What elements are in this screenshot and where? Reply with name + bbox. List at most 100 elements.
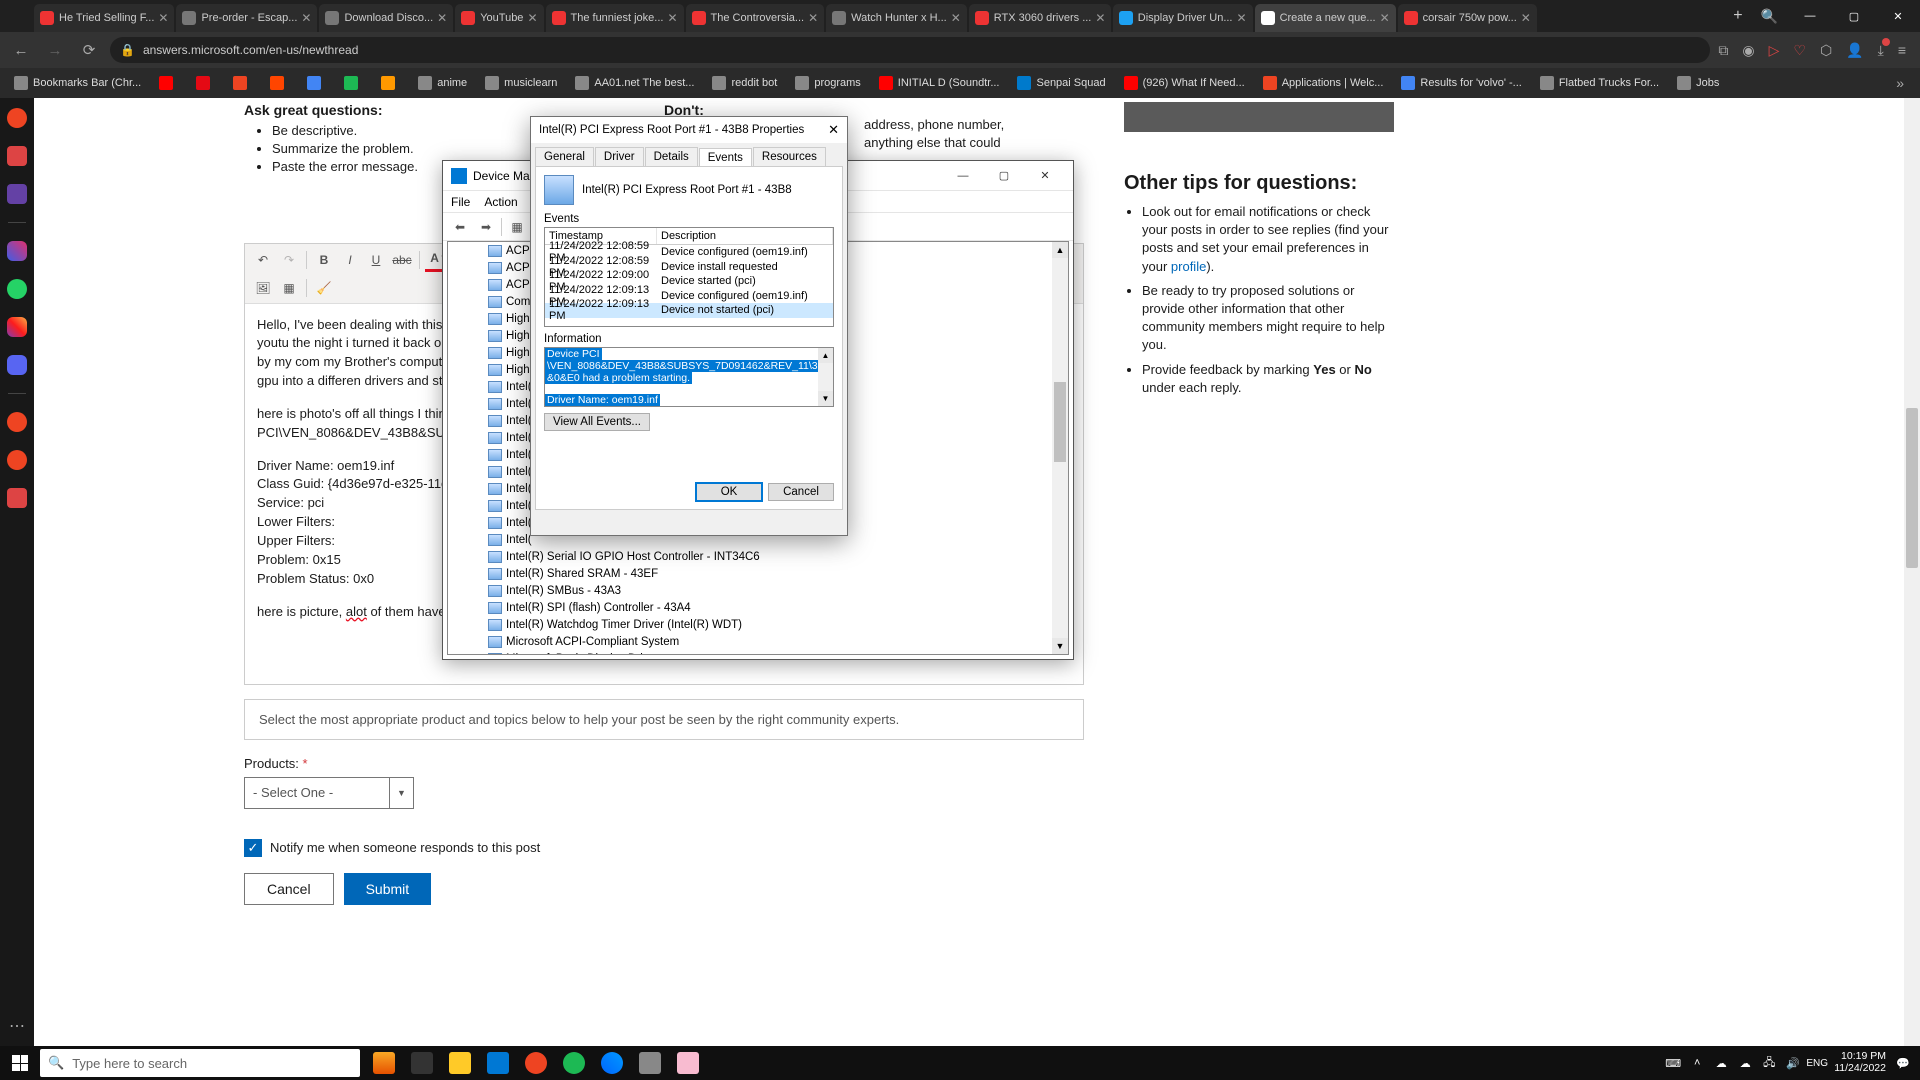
italic-button[interactable]: I <box>338 248 362 272</box>
browser-tab[interactable]: corsair 750w pow...✕ <box>1398 4 1537 32</box>
browser-tab[interactable]: Pre-order - Escap...✕ <box>176 4 317 32</box>
bookmark-item[interactable] <box>190 73 221 93</box>
tab-close-icon[interactable]: ✕ <box>1233 11 1247 25</box>
download-icon[interactable]: ⤓ <box>1878 42 1884 59</box>
sidebar-opera-icon[interactable] <box>7 108 27 128</box>
bookmarks-overflow[interactable]: » <box>1888 75 1912 91</box>
tab-search-icon[interactable]: 🔍 <box>1761 8 1778 25</box>
sidebar-settings-icon[interactable] <box>7 488 27 508</box>
sidebar-whatsapp-icon[interactable] <box>7 279 27 299</box>
redo-button[interactable]: ↷ <box>277 248 301 272</box>
devmgr-menu-item[interactable]: Action <box>484 195 517 209</box>
browser-tab[interactable]: Watch Hunter x H...✕ <box>826 4 967 32</box>
page-scrollbar[interactable] <box>1904 98 1920 1046</box>
tab-close-icon[interactable]: ✕ <box>297 11 311 25</box>
tab-close-icon[interactable]: ✕ <box>154 11 168 25</box>
tab-close-icon[interactable]: ✕ <box>523 11 537 25</box>
bookmark-item[interactable]: programs <box>789 73 866 93</box>
profile-link[interactable]: profile <box>1171 259 1206 274</box>
bookmark-item[interactable]: Applications | Welc... <box>1257 73 1390 93</box>
tray-volume-icon[interactable]: 🔊 <box>1786 1056 1800 1070</box>
devmgr-minimize[interactable]: — <box>943 164 983 188</box>
devmgr-tree-item[interactable]: Microsoft Basic Display Driver <box>448 650 1068 655</box>
clear-format-button[interactable]: 🧹 <box>312 276 336 300</box>
bookmark-item[interactable] <box>264 73 295 93</box>
props-tab[interactable]: Details <box>645 147 698 166</box>
tab-close-icon[interactable]: ✕ <box>1517 11 1531 25</box>
sidebar-discord-icon[interactable] <box>7 355 27 375</box>
bookmark-item[interactable]: Results for 'volvo' -... <box>1395 73 1527 93</box>
notify-checkbox[interactable]: ✓ <box>244 839 262 857</box>
bookmark-item[interactable] <box>375 73 406 93</box>
bookmark-item[interactable]: Bookmarks Bar (Chr... <box>8 73 147 93</box>
devmgr-scroll-thumb[interactable] <box>1054 382 1066 462</box>
devmgr-tree-item[interactable]: Intel(R) Serial IO GPIO Host Controller … <box>448 548 1068 565</box>
col-description[interactable]: Description <box>657 228 833 244</box>
tab-close-icon[interactable]: ✕ <box>947 11 961 25</box>
taskbar-store[interactable] <box>480 1046 516 1080</box>
sidebar-app2-icon[interactable] <box>7 412 27 432</box>
underline-button[interactable]: U <box>364 248 388 272</box>
cube-icon[interactable]: ⬡ <box>1820 42 1832 59</box>
devmgr-scrollbar[interactable]: ▲ ▼ <box>1052 242 1068 654</box>
information-box[interactable]: Device PCI\VEN_8086&DEV_43B8&SUBSYS_7D09… <box>544 347 834 407</box>
devmgr-tree-item[interactable]: Intel(R) SMBus - 43A3 <box>448 582 1068 599</box>
browser-tab[interactable]: The funniest joke...✕ <box>546 4 684 32</box>
bookmark-item[interactable] <box>301 73 332 93</box>
camera-icon[interactable]: ◉ <box>1742 42 1754 59</box>
scroll-down-icon[interactable]: ▼ <box>818 391 833 406</box>
devmgr-tree-item[interactable]: Intel(R) SPI (flash) Controller - 43A4 <box>448 599 1068 616</box>
start-button[interactable] <box>0 1046 40 1080</box>
tab-close-icon[interactable]: ✕ <box>1091 11 1105 25</box>
browser-tab[interactable]: He Tried Selling F...✕ <box>34 4 174 32</box>
devmgr-tree-item[interactable]: Microsoft ACPI-Compliant System <box>448 633 1068 650</box>
menu-icon[interactable]: ≡ <box>1898 42 1906 58</box>
tab-close-icon[interactable]: ✕ <box>804 11 818 25</box>
devmgr-tree-item[interactable]: Intel(R) Watchdog Timer Driver (Intel(R)… <box>448 616 1068 633</box>
browser-tab[interactable]: YouTube✕ <box>455 4 543 32</box>
new-tab-button[interactable]: + <box>1725 7 1750 25</box>
bookmark-item[interactable]: Senpai Squad <box>1011 73 1111 93</box>
cancel-button[interactable]: Cancel <box>768 483 834 501</box>
props-close-button[interactable]: ✕ <box>828 122 839 138</box>
devmgr-tb-btn[interactable]: ▦ <box>506 216 528 238</box>
devmgr-menu-item[interactable]: File <box>451 195 470 209</box>
sidebar-app-icon[interactable] <box>7 146 27 166</box>
props-tab[interactable]: General <box>535 147 594 166</box>
taskbar-search[interactable]: 🔍 Type here to search <box>40 1049 360 1077</box>
bookmark-item[interactable]: reddit bot <box>706 73 783 93</box>
taskbar-app[interactable] <box>594 1046 630 1080</box>
sidebar-messenger-icon[interactable] <box>7 241 27 261</box>
sidebar-more-icon[interactable]: ⋯ <box>9 1016 25 1036</box>
devmgr-fwd[interactable]: ➡ <box>475 216 497 238</box>
profile-icon[interactable]: 👤 <box>1846 42 1863 59</box>
reload-button[interactable]: ⟳ <box>76 37 102 63</box>
sidebar-app3-icon[interactable] <box>7 450 27 470</box>
image-button[interactable]: 🖼 <box>251 276 275 300</box>
browser-tab[interactable]: RTX 3060 drivers ...✕ <box>969 4 1111 32</box>
screenshot-icon[interactable]: ⧉ <box>1718 42 1728 59</box>
bookmark-item[interactable] <box>338 73 369 93</box>
devmgr-back[interactable]: ⬅ <box>449 216 471 238</box>
tab-close-icon[interactable]: ✕ <box>433 11 447 25</box>
bookmark-item[interactable] <box>153 73 184 93</box>
ok-button[interactable]: OK <box>696 483 762 501</box>
tray-notifications-icon[interactable]: 💬 <box>1896 1056 1910 1070</box>
props-tab[interactable]: Driver <box>595 147 644 166</box>
tray-network-icon[interactable]: 🖧 <box>1762 1056 1776 1070</box>
submit-button[interactable]: Submit <box>344 873 432 905</box>
page-scroll-thumb[interactable] <box>1906 408 1918 568</box>
bookmark-item[interactable]: anime <box>412 73 473 93</box>
taskbar-app[interactable] <box>632 1046 668 1080</box>
taskbar-spotify[interactable] <box>556 1046 592 1080</box>
sidebar-instagram-icon[interactable] <box>7 317 27 337</box>
bookmark-item[interactable]: musiclearn <box>479 73 563 93</box>
browser-tab[interactable]: Create a new que...✕ <box>1255 4 1396 32</box>
taskbar-taskview[interactable] <box>404 1046 440 1080</box>
devmgr-maximize[interactable]: ▢ <box>984 164 1024 188</box>
bookmark-item[interactable]: INITIAL D (Soundtr... <box>873 73 1006 93</box>
heart-icon[interactable]: ♡ <box>1793 42 1806 59</box>
browser-tab[interactable]: The Controversia...✕ <box>686 4 825 32</box>
sidebar-twitch-icon[interactable] <box>7 184 27 204</box>
events-table[interactable]: Timestamp Description 11/24/2022 12:08:5… <box>544 227 834 327</box>
